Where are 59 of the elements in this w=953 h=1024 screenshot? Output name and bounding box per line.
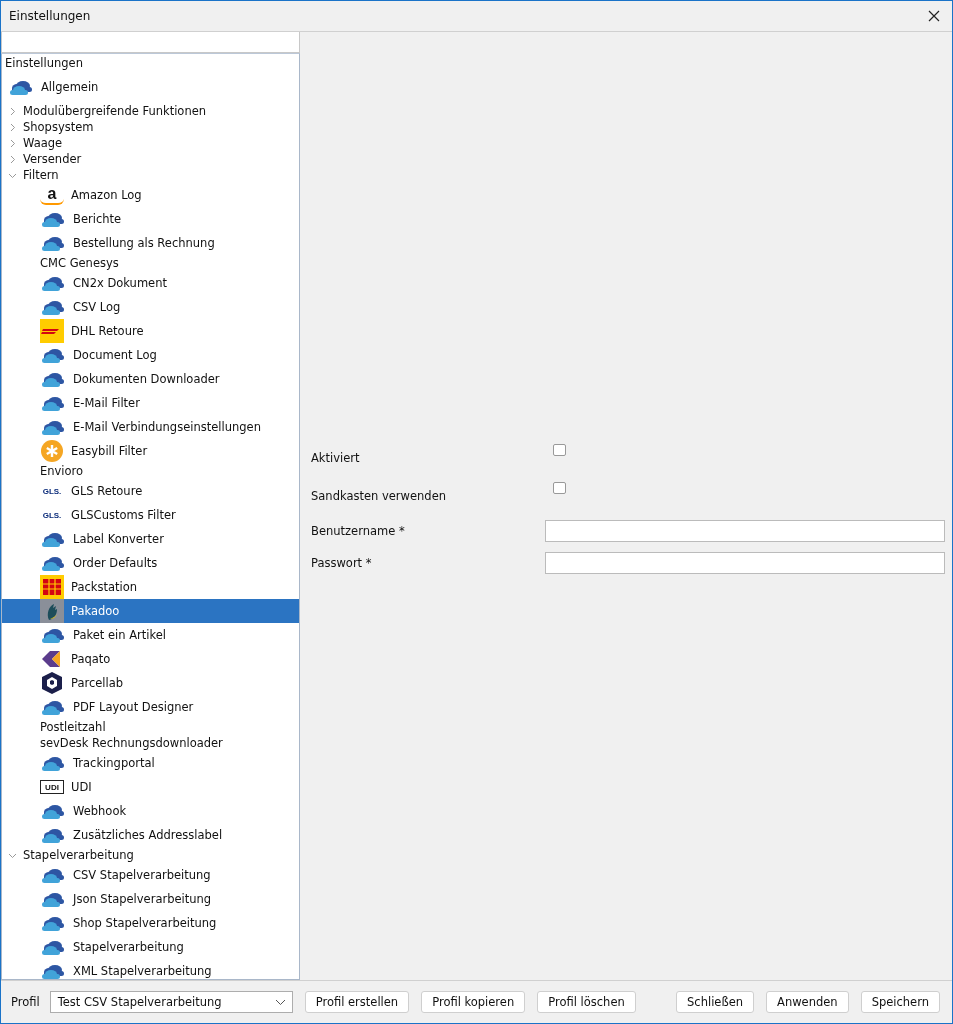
profile-button[interactable]: Profil erstellen [304,991,410,1013]
profile-button[interactable]: Profil kopieren [421,991,526,1013]
tree-item[interactable]: Paqato [2,647,299,671]
tree-item[interactable]: Trackingportal [2,751,299,775]
tree-item[interactable]: CMC Genesys [2,255,299,271]
tree-item[interactable]: Stapelverarbeitung [2,847,299,863]
tree-item[interactable]: CN2x Dokument [2,271,299,295]
dialog-button[interactable]: Speichern [860,991,940,1013]
field-label: Sandkasten verwenden [311,489,447,503]
tree-item[interactable]: Bestellung als Rechnung [2,231,299,255]
dialog-button[interactable]: Schließen [676,991,755,1013]
tree-item[interactable]: GLS. GLSCustoms Filter [2,503,299,527]
tree-item[interactable]: XML Stapelverarbeitung [2,959,299,979]
tree-item[interactable]: UDI UDI [2,775,299,799]
tree-item[interactable]: Label Konverter [2,527,299,551]
tree-item[interactable]: Allgemein [2,71,299,103]
gls-logo: GLS. [41,509,63,522]
tree-item[interactable]: CSV Log [2,295,299,319]
tree-item[interactable]: PDF Layout Designer [2,695,299,719]
dialog-button[interactable]: Anwenden [766,991,849,1013]
tree-item[interactable]: Zusätzliches Addresslabel [2,823,299,847]
tree-item[interactable]: CSV Stapelverarbeitung [2,863,299,887]
profile-button[interactable]: Profil löschen [537,991,636,1013]
tree-item[interactable]: Filtern [2,167,299,183]
tree-item[interactable]: DHL Retoure [2,319,299,343]
tree-item[interactable]: a Amazon Log [2,183,299,207]
profile-dropdown[interactable]: Test CSV Stapelverarbeitung [49,991,293,1013]
field-label: Aktiviert [311,451,361,465]
tree-item[interactable]: Versender [2,151,299,167]
tree-item[interactable]: Easybill Filter [2,439,299,463]
tree-item[interactable]: Packstation [2,575,299,599]
tree-item[interactable]: Webhook [2,799,299,823]
profile-label: Profil [11,995,40,1009]
tree-item[interactable]: Berichte [2,207,299,231]
window-title: Einstellungen [9,9,91,23]
field-label: Passwort * [311,556,373,570]
tree-item[interactable]: GLS. GLS Retoure [2,479,299,503]
tree-item[interactable]: Dokumenten Downloader [2,367,299,391]
tree-item[interactable]: E-Mail Verbindungseinstellungen [2,415,299,439]
amazon-logo: a [40,185,64,205]
tree-item[interactable]: Parcellab [2,671,299,695]
tree-item[interactable]: Pakadoo [2,599,299,623]
tree-item[interactable]: Shop Stapelverarbeitung [2,911,299,935]
tree-item[interactable]: Einstellungen [2,55,299,71]
tree-item[interactable]: Postleitzahl [2,719,299,735]
gls-logo: GLS. [41,485,63,498]
tree-item[interactable]: Json Stapelverarbeitung [2,887,299,911]
tree-item[interactable]: Waage [2,135,299,151]
udi-logo: UDI [40,780,64,794]
tree-item[interactable]: Envioro [2,463,299,479]
tree-item[interactable]: Paket ein Artikel [2,623,299,647]
field-label: Benutzername * [311,524,406,538]
tree-item[interactable]: sevDesk Rechnungsdownloader [2,735,299,751]
tree-item[interactable]: Order Defaults [2,551,299,575]
tree-item[interactable]: Modulübergreifende Funktionen [2,103,299,119]
tree-item[interactable]: Shopsystem [2,119,299,135]
tree-item[interactable]: Stapelverarbeitung [2,935,299,959]
tree-item[interactable]: Document Log [2,343,299,367]
tree-item[interactable]: E-Mail Filter [2,391,299,415]
